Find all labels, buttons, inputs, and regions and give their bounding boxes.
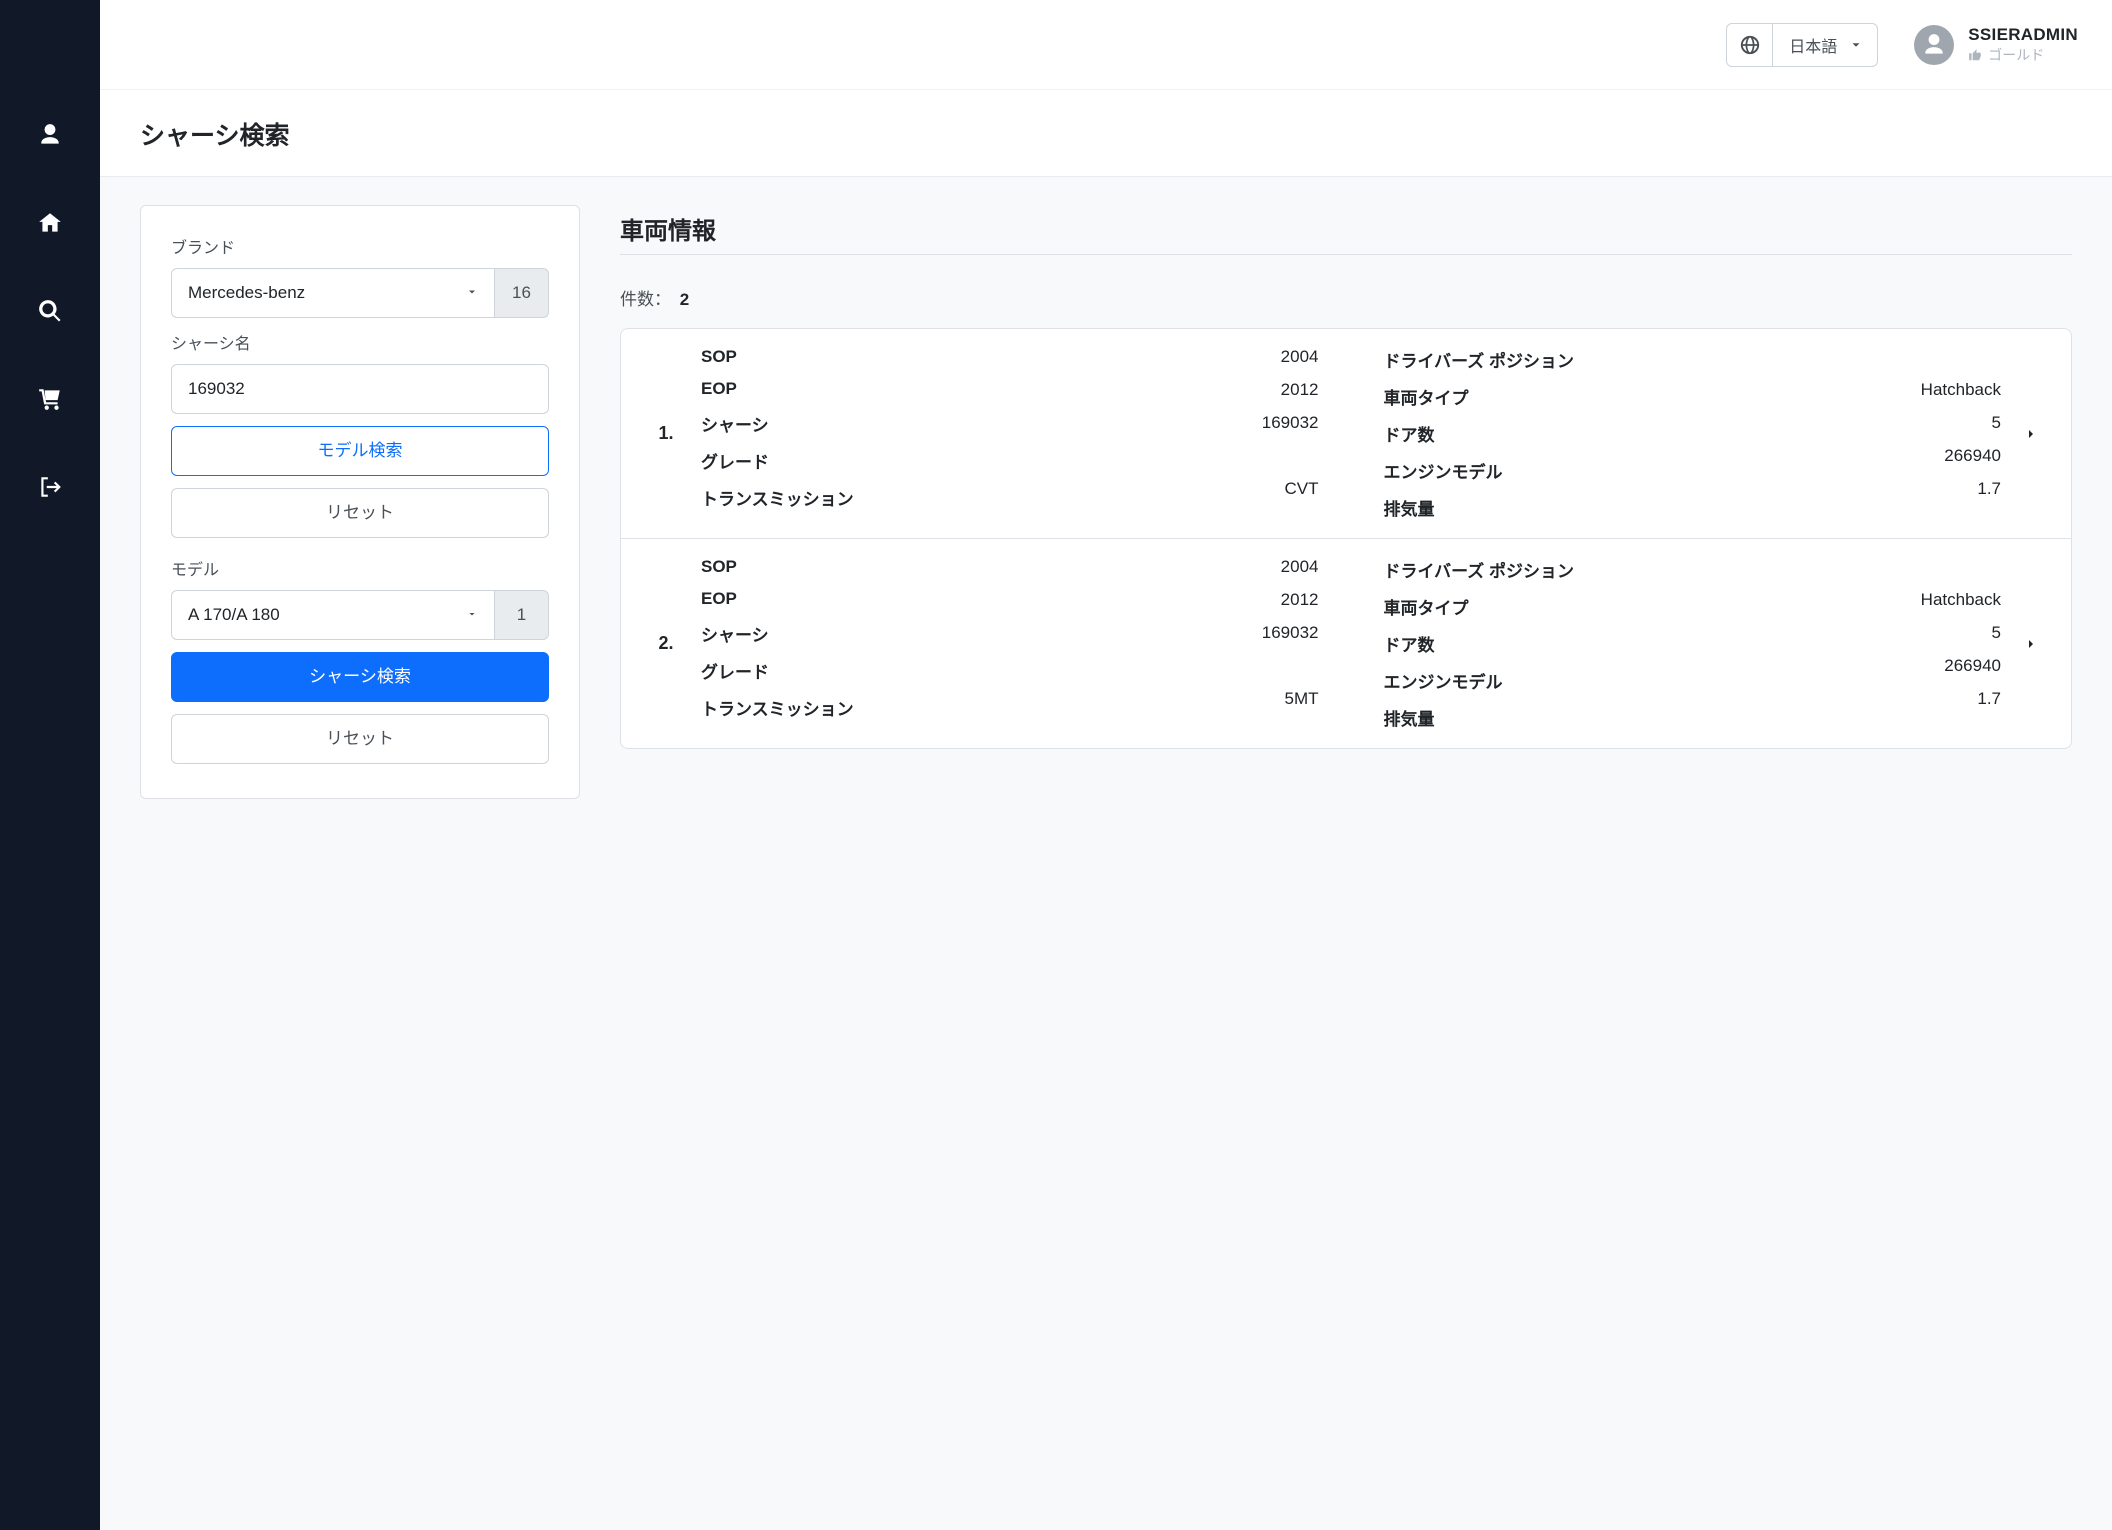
brand-select[interactable]: Mercedes-benz bbox=[171, 268, 495, 318]
value-driver-pos bbox=[1644, 347, 2002, 368]
value-grade bbox=[901, 446, 1319, 467]
thumbs-up-icon bbox=[1968, 48, 1982, 62]
label-eop: EOP bbox=[701, 589, 901, 609]
value-displacement: 1.7 bbox=[1644, 479, 2002, 500]
user-rank: ゴールド bbox=[1968, 45, 2078, 65]
label-displacement: 排気量 bbox=[1384, 495, 1644, 520]
label-doors: ドア数 bbox=[1384, 631, 1644, 656]
value-eop: 2012 bbox=[901, 590, 1319, 611]
result-list: 1. SOP EOP シャーシ グレード トランスミッション 2004 2012… bbox=[620, 328, 2072, 749]
result-item[interactable]: 2. SOP EOP シャーシ グレード トランスミッション 2004 2012… bbox=[621, 538, 2071, 748]
count-value: 2 bbox=[680, 290, 689, 309]
chevron-down-icon bbox=[466, 605, 478, 625]
chassis-name-input[interactable] bbox=[171, 364, 549, 414]
value-grade bbox=[901, 656, 1319, 677]
value-engine-model: 266940 bbox=[1644, 656, 2002, 677]
item-index: 2. bbox=[631, 633, 701, 654]
value-sop: 2004 bbox=[901, 557, 1319, 578]
value-chassis: 169032 bbox=[901, 413, 1319, 434]
value-driver-pos bbox=[1644, 557, 2002, 578]
value-eop: 2012 bbox=[901, 380, 1319, 401]
label-transmission: トランスミッション bbox=[701, 695, 901, 720]
label-vehicle-type: 車両タイプ bbox=[1384, 384, 1644, 409]
label-sop: SOP bbox=[701, 557, 901, 577]
results-title: 車両情報 bbox=[620, 205, 2072, 246]
value-vehicle-type: Hatchback bbox=[1644, 380, 2002, 401]
value-vehicle-type: Hatchback bbox=[1644, 590, 2002, 611]
reset-button-2[interactable]: リセット bbox=[171, 714, 549, 764]
label-doors: ドア数 bbox=[1384, 421, 1644, 446]
label-driver-pos: ドライバーズ ポジション bbox=[1384, 557, 1644, 582]
model-count: 1 bbox=[495, 590, 549, 640]
caret-down-icon bbox=[466, 283, 478, 303]
model-label: モデル bbox=[171, 556, 549, 580]
count-label: 件数： bbox=[620, 290, 671, 309]
search-icon[interactable] bbox=[35, 296, 65, 326]
reset-button-1[interactable]: リセット bbox=[171, 488, 549, 538]
value-chassis: 169032 bbox=[901, 623, 1319, 644]
value-transmission: CVT bbox=[901, 479, 1319, 500]
user-block[interactable]: SSIERADMIN ゴールド bbox=[1914, 25, 2078, 65]
cart-icon[interactable] bbox=[35, 384, 65, 414]
label-vehicle-type: 車両タイプ bbox=[1384, 594, 1644, 619]
chevron-right-icon bbox=[2011, 636, 2051, 652]
filter-card: ブランド Mercedes-benz 16 シャーシ名 モデル検索 リセット bbox=[140, 205, 580, 799]
language-label: 日本語 bbox=[1773, 33, 1849, 57]
user-name: SSIERADMIN bbox=[1968, 25, 2078, 45]
value-displacement: 1.7 bbox=[1644, 689, 2002, 710]
user-icon[interactable] bbox=[35, 120, 65, 150]
page-title: シャーシ検索 bbox=[140, 116, 2072, 152]
label-chassis: シャーシ bbox=[701, 621, 901, 646]
value-engine-model: 266940 bbox=[1644, 446, 2002, 467]
model-search-button[interactable]: モデル検索 bbox=[171, 426, 549, 476]
topbar: 日本語 SSIERADMIN ゴールド bbox=[100, 0, 2112, 90]
divider bbox=[620, 254, 2072, 255]
label-driver-pos: ドライバーズ ポジション bbox=[1384, 347, 1644, 372]
brand-count: 16 bbox=[495, 268, 549, 318]
results-count: 件数： 2 bbox=[620, 285, 2072, 310]
label-chassis: シャーシ bbox=[701, 411, 901, 436]
avatar bbox=[1914, 25, 1954, 65]
label-displacement: 排気量 bbox=[1384, 705, 1644, 730]
brand-value: Mercedes-benz bbox=[188, 283, 305, 303]
label-eop: EOP bbox=[701, 379, 901, 399]
value-sop: 2004 bbox=[901, 347, 1319, 368]
model-value: A 170/A 180 bbox=[188, 605, 280, 625]
chevron-right-icon bbox=[2011, 426, 2051, 442]
result-item[interactable]: 1. SOP EOP シャーシ グレード トランスミッション 2004 2012… bbox=[621, 329, 2071, 538]
label-sop: SOP bbox=[701, 347, 901, 367]
label-engine-model: エンジンモデル bbox=[1384, 668, 1644, 693]
value-doors: 5 bbox=[1644, 623, 2002, 644]
item-index: 1. bbox=[631, 423, 701, 444]
home-icon[interactable] bbox=[35, 208, 65, 238]
page-title-bar: シャーシ検索 bbox=[100, 90, 2112, 177]
model-select[interactable]: A 170/A 180 bbox=[171, 590, 495, 640]
label-transmission: トランスミッション bbox=[701, 485, 901, 510]
label-engine-model: エンジンモデル bbox=[1384, 458, 1644, 483]
user-rank-label: ゴールド bbox=[1988, 45, 2044, 65]
chassis-search-button[interactable]: シャーシ検索 bbox=[171, 652, 549, 702]
language-selector[interactable]: 日本語 bbox=[1726, 23, 1878, 67]
chassis-name-label: シャーシ名 bbox=[171, 330, 549, 354]
label-grade: グレード bbox=[701, 448, 901, 473]
value-transmission: 5MT bbox=[901, 689, 1319, 710]
label-grade: グレード bbox=[701, 658, 901, 683]
logout-icon[interactable] bbox=[35, 472, 65, 502]
brand-label: ブランド bbox=[171, 234, 549, 258]
chevron-down-icon bbox=[1849, 38, 1877, 52]
nav-rail bbox=[0, 0, 100, 1530]
value-doors: 5 bbox=[1644, 413, 2002, 434]
globe-icon bbox=[1727, 24, 1773, 66]
